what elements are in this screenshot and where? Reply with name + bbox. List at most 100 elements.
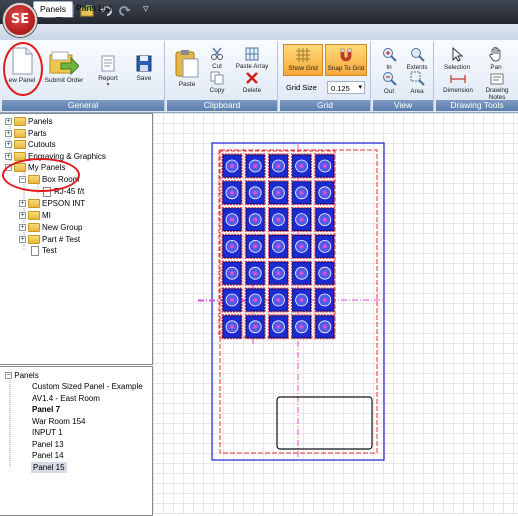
folder-icon xyxy=(28,211,40,221)
tab-parts-list[interactable]: Parts List xyxy=(70,1,117,16)
panel-list-item[interactable]: INPUT 1 xyxy=(32,427,63,438)
connector-cutout[interactable] xyxy=(314,207,336,233)
connector-cutout[interactable] xyxy=(267,314,289,340)
connector-cutout[interactable] xyxy=(291,287,313,313)
connector-cutout[interactable] xyxy=(244,233,266,259)
connector-cutout[interactable] xyxy=(314,180,336,206)
panel-list-root[interactable]: − Panels xyxy=(5,370,39,381)
connector-cutout[interactable] xyxy=(221,287,243,313)
cursor-icon xyxy=(452,46,464,62)
expand-icon[interactable]: + xyxy=(5,130,12,138)
connector-cutout[interactable] xyxy=(314,287,336,313)
tree-item-cutouts[interactable]: + Cutouts xyxy=(5,139,56,150)
panel-list-item[interactable]: War Room 154 xyxy=(32,416,86,427)
connector-cutout[interactable] xyxy=(314,233,336,259)
paste-button[interactable]: Paste xyxy=(171,49,203,88)
panel-list-item[interactable]: Panel 14 xyxy=(32,450,64,461)
connector-cutout[interactable] xyxy=(314,260,336,286)
connector-cutout[interactable] xyxy=(244,260,266,286)
grid-size-dropdown-icon[interactable]: ▾ xyxy=(358,83,362,91)
tree-item-new-group[interactable]: + New Group xyxy=(19,222,82,233)
panel-list-root-label: Panels xyxy=(14,371,39,380)
panel-list-item[interactable]: Panel 13 xyxy=(32,439,64,450)
zoom-in-button[interactable]: In xyxy=(377,47,401,71)
report-button[interactable]: Report ▾ xyxy=(94,55,122,89)
connector-cutout[interactable] xyxy=(267,260,289,286)
quick-access-dropdown-icon[interactable]: ▿ xyxy=(143,2,149,15)
folder-icon xyxy=(14,140,26,150)
zoom-extents-button[interactable]: Extents xyxy=(403,47,431,71)
collapse-icon[interactable]: − xyxy=(5,372,12,380)
expand-icon[interactable]: + xyxy=(5,118,12,126)
tree-item-part-test[interactable]: + Part # Test xyxy=(19,234,80,245)
connector-cutout[interactable] xyxy=(221,260,243,286)
grid-size-select[interactable]: 0.125 ▾ xyxy=(327,81,365,94)
folder-icon xyxy=(28,235,40,245)
connector-cutout[interactable] xyxy=(221,233,243,259)
snap-to-grid-button[interactable]: Snap To Grid xyxy=(325,44,367,76)
drawing-notes-button[interactable]: Drawing Notes xyxy=(480,73,514,101)
tree-item-panels[interactable]: + Panels xyxy=(5,116,52,127)
tab-panels[interactable]: Panels xyxy=(33,1,73,17)
connector-cutout[interactable] xyxy=(314,153,336,179)
group-view: In Extents Out Area View xyxy=(373,41,434,111)
expand-icon[interactable]: + xyxy=(5,141,12,149)
connector-cutout[interactable] xyxy=(244,287,266,313)
connector-cutout[interactable] xyxy=(267,287,289,313)
connector-cutout[interactable] xyxy=(267,180,289,206)
connector-cutout[interactable] xyxy=(291,233,313,259)
connector-cutout[interactable] xyxy=(267,233,289,259)
expand-icon[interactable]: + xyxy=(19,212,26,220)
zoom-out-icon xyxy=(382,72,397,86)
drawing-canvas[interactable] xyxy=(153,113,518,514)
connector-cutout[interactable] xyxy=(291,153,313,179)
tree-item-test[interactable]: Test xyxy=(28,245,57,256)
app-logo-button[interactable]: SE xyxy=(3,3,37,37)
connector-cutout[interactable] xyxy=(221,314,243,340)
ribbon-tab-strip xyxy=(0,24,518,40)
connector-cutout[interactable] xyxy=(267,207,289,233)
delete-button[interactable]: Delete xyxy=(237,71,267,94)
cut-button[interactable]: Cut xyxy=(207,47,227,70)
connector-cutout[interactable] xyxy=(244,180,266,206)
paste-array-button[interactable]: Paste Array xyxy=(233,47,271,70)
connector-cutout[interactable] xyxy=(244,153,266,179)
pan-tool-button[interactable]: Pan xyxy=(480,46,512,71)
connector-cutout[interactable] xyxy=(291,314,313,340)
redo-icon[interactable] xyxy=(118,4,132,18)
expand-icon[interactable]: + xyxy=(19,236,26,244)
connector-cutout[interactable] xyxy=(221,207,243,233)
dimension-icon xyxy=(450,75,466,83)
connector-cutout[interactable] xyxy=(291,207,313,233)
expand-icon[interactable]: + xyxy=(19,200,26,208)
connector-cutout[interactable] xyxy=(221,153,243,179)
expand-icon[interactable]: + xyxy=(5,153,12,161)
selection-tool-button[interactable]: Selection xyxy=(439,46,475,71)
copy-button[interactable]: Copy xyxy=(207,71,227,94)
connector-cutout[interactable] xyxy=(244,314,266,340)
cutout-rectangle[interactable] xyxy=(276,396,373,450)
connector-cutout[interactable] xyxy=(221,180,243,206)
expand-icon[interactable]: + xyxy=(19,224,26,232)
panel-list-item[interactable]: AV1.4 - East Room xyxy=(32,393,100,404)
connector-cutout[interactable] xyxy=(267,153,289,179)
tree-item-epson-int[interactable]: + EPSON INT xyxy=(19,198,85,209)
tree-item-mi[interactable]: + MI xyxy=(19,210,51,221)
panel-list-item-bold[interactable]: Panel 7 xyxy=(32,404,60,415)
connector-cutout[interactable] xyxy=(244,207,266,233)
zoom-out-button[interactable]: Out xyxy=(377,71,401,95)
connector-cutout[interactable] xyxy=(314,314,336,340)
dimension-tool-button[interactable]: Dimension xyxy=(439,73,477,94)
panel-list-item-selected[interactable]: Panel 15 xyxy=(31,462,67,473)
save-button[interactable]: Save xyxy=(130,55,158,82)
connector-array[interactable] xyxy=(221,153,336,340)
connector-cutout[interactable] xyxy=(291,180,313,206)
connector-cutout[interactable] xyxy=(291,260,313,286)
show-grid-button[interactable]: Show Grid xyxy=(283,44,323,76)
zoom-area-button[interactable]: Area xyxy=(403,71,431,95)
group-clipboard: Paste Cut Copy Paste Array Delete Clipbo… xyxy=(167,41,278,111)
panel-list-item[interactable]: Custom Sized Panel - Example xyxy=(32,381,143,392)
report-icon xyxy=(101,55,115,72)
tree-item-parts[interactable]: + Parts xyxy=(5,128,47,139)
submit-order-button[interactable]: Submit Order xyxy=(44,49,84,84)
